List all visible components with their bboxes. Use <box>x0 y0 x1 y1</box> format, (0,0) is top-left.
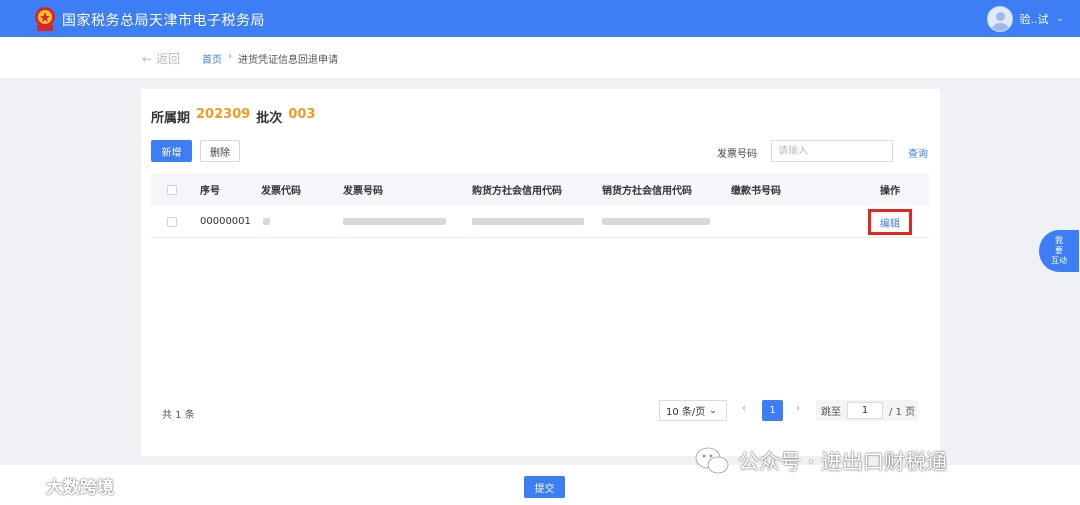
total-count: 共 1 条 <box>162 410 195 421</box>
table-row: 00000001 编辑 <box>151 206 929 238</box>
main-card: 所属期 202309 批次 003 新增 删除 发票号码 查询 序号 发票代码 … <box>141 89 940 456</box>
invoice-table: 序号 发票代码 发票号码 购货方社会信用代码 销货方社会信用代码 缴款书号码 操… <box>151 173 929 238</box>
interaction-assistant-widget[interactable]: 我 要 互动 <box>1039 230 1079 272</box>
breadcrumb-separator: › <box>228 51 232 62</box>
arrow-left-icon[interactable]: ← <box>142 52 152 66</box>
avatar[interactable] <box>987 6 1014 32</box>
breadcrumb-current: 进货凭证信息回退申请 <box>238 55 338 66</box>
period-label: 所属期 <box>151 111 191 126</box>
column-header-invoice-number: 发票号码 <box>343 186 383 197</box>
jump-label: 跳至 <box>821 407 841 418</box>
breadcrumb: 首页 › 进货凭证信息回退申请 <box>202 51 338 66</box>
widget-text-1[interactable]: 我 <box>1055 236 1063 246</box>
page-size-select[interactable]: 10 条/页 ⌄ <box>659 400 727 421</box>
delete-button[interactable]: 删除 <box>200 140 240 162</box>
site-title: 国家税务总局天津市电子税务局 <box>62 13 265 29</box>
page-size-value[interactable]: 10 条/页 <box>666 403 705 418</box>
search-label: 发票号码 <box>717 149 757 160</box>
widget-text-3[interactable]: 互动 <box>1051 256 1067 266</box>
user-name[interactable]: 验..试 <box>1019 11 1048 27</box>
period-heading: 所属期 202309 批次 003 <box>151 107 315 126</box>
period-value: 202309 <box>196 107 251 122</box>
edit-link[interactable]: 编辑 <box>868 209 912 235</box>
redacted-seller-credit-code <box>602 206 710 237</box>
watermark-left-text: 大数跨境 <box>46 478 114 498</box>
batch-value: 003 <box>288 107 316 122</box>
watermark-logo-icon <box>10 477 39 493</box>
widget-text-2[interactable]: 要 <box>1055 246 1063 256</box>
jump-page-input[interactable]: 1 <box>847 402 883 419</box>
batch-label: 批次 <box>256 111 283 126</box>
column-header-seq: 序号 <box>200 186 220 197</box>
submit-button[interactable]: 提交 <box>524 476 565 498</box>
next-page-button[interactable]: › <box>796 403 800 414</box>
breadcrumb-bar: ← 返回 首页 › 进货凭证信息回退申请 <box>0 37 1080 78</box>
table-header: 序号 发票代码 发票号码 购货方社会信用代码 销货方社会信用代码 缴款书号码 操… <box>151 173 929 206</box>
redacted-invoice-number <box>343 206 446 237</box>
watermark-left: 大数跨境 <box>10 473 114 498</box>
column-header-invoice-code: 发票代码 <box>261 186 301 197</box>
row-seq: 00000001 <box>200 216 251 227</box>
column-header-actions: 操作 <box>880 186 900 197</box>
page-total: / 1 页 <box>889 407 916 418</box>
breadcrumb-home-link[interactable]: 首页 <box>202 51 222 66</box>
user-menu[interactable]: 验..试 ⌄ <box>987 6 1064 32</box>
column-header-seller-credit-code: 销货方社会信用代码 <box>602 186 692 197</box>
wechat-icon <box>695 447 729 474</box>
current-page-button[interactable]: 1 <box>762 400 783 421</box>
invoice-number-search-input[interactable] <box>771 140 893 162</box>
select-all-checkbox[interactable] <box>167 173 177 206</box>
chevron-down-icon[interactable]: ⌄ <box>1056 14 1064 24</box>
redacted-buyer-credit-code <box>472 206 584 237</box>
top-navigation-bar: 国家税务总局天津市电子税务局 验..试 ⌄ <box>0 0 1080 37</box>
back-label[interactable]: 返回 <box>156 50 180 67</box>
back-button[interactable]: ← 返回 <box>142 50 180 67</box>
watermark-right: 公众号 · 进出口财税通 <box>694 446 947 476</box>
redacted-invoice-code <box>263 206 270 237</box>
query-button[interactable]: 查询 <box>908 145 928 160</box>
column-header-payment-number: 缴款书号码 <box>731 186 781 197</box>
watermark-right-text: 公众号 · 进出口财税通 <box>738 450 948 474</box>
column-header-buyer-credit-code: 购货方社会信用代码 <box>472 186 562 197</box>
tax-bureau-emblem-icon <box>35 7 55 31</box>
row-checkbox[interactable] <box>167 206 177 237</box>
page-jumper: 跳至 1 / 1 页 <box>816 400 918 421</box>
prev-page-button[interactable]: ‹ <box>742 403 746 414</box>
chevron-down-icon[interactable]: ⌄ <box>709 406 717 416</box>
add-button[interactable]: 新增 <box>151 140 192 162</box>
